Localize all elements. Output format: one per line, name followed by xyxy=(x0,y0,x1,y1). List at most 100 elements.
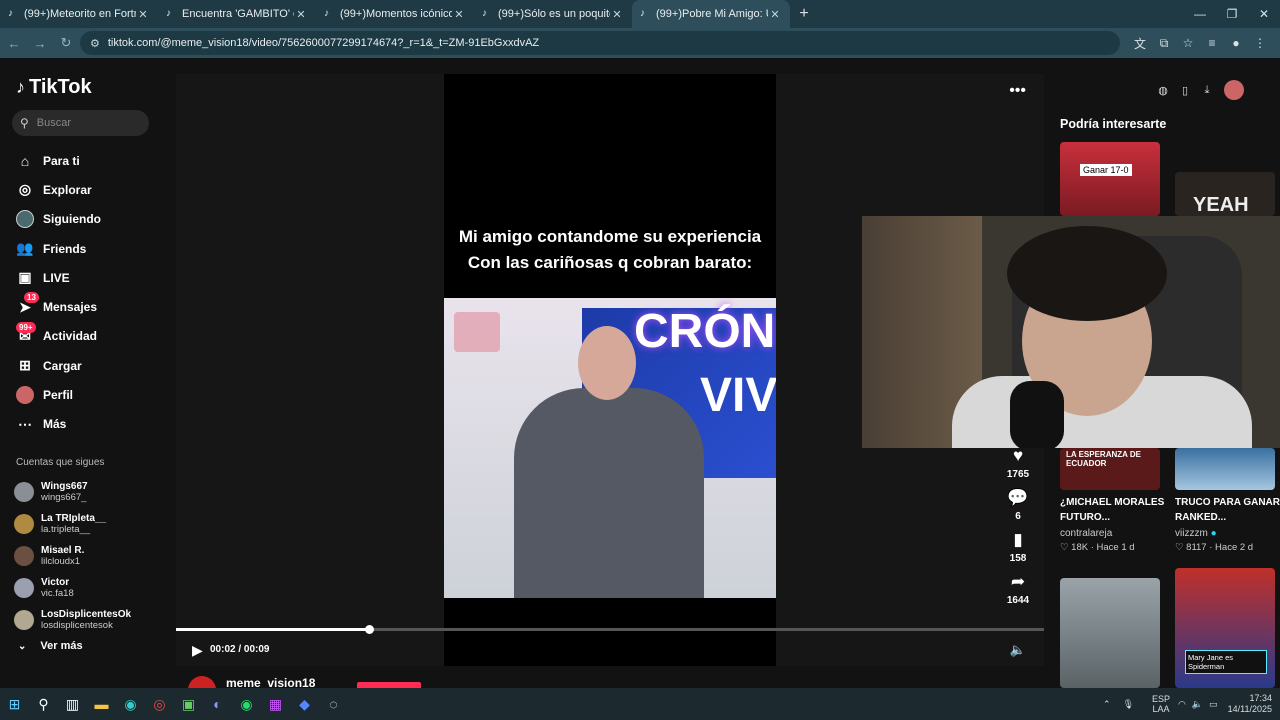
suggestion-thumbnail[interactable]: Mary Jane es Spiderman xyxy=(1175,568,1275,688)
tiktok-note-icon: ♪ xyxy=(16,77,25,97)
new-tab-button[interactable]: + xyxy=(790,5,818,23)
device-icon[interactable]: ▯ xyxy=(1174,84,1196,97)
bookmark-icon: ▮ xyxy=(1013,530,1023,549)
suggestion-thumbnail[interactable]: YEAH xyxy=(1175,172,1275,216)
nav-item-mensajes[interactable]: ➤ 13 Mensajes xyxy=(16,292,166,321)
nav-item-perfil[interactable]: Perfil xyxy=(16,380,166,409)
user-avatar[interactable] xyxy=(1224,80,1244,100)
nav-item-para-ti[interactable]: ⌂ Para ti xyxy=(16,146,166,175)
browser-tab[interactable]: ♪Encuentra 'GAMBITO' en TikTok✕ xyxy=(158,0,316,28)
avatar xyxy=(14,546,34,566)
suggestion-thumbnail[interactable] xyxy=(1060,578,1160,688)
comment-button[interactable]: 💬 6 xyxy=(998,488,1038,522)
close-tab-icon[interactable]: ✕ xyxy=(768,8,782,21)
close-tab-icon[interactable]: ✕ xyxy=(136,8,150,21)
suggestion-title[interactable]: TRUCO PARA GANAR RANKED... xyxy=(1175,495,1280,525)
nav-item-explorar[interactable]: ◎ Explorar xyxy=(16,175,166,204)
play-icon[interactable]: ▶ xyxy=(192,642,203,659)
obs-icon[interactable]: ◌ xyxy=(319,688,348,720)
minimize-icon[interactable]: — xyxy=(1184,0,1216,28)
restore-icon[interactable]: ❐ xyxy=(1216,0,1248,28)
following-account[interactable]: Wings667 wings667_ xyxy=(14,476,164,508)
webcam-overlay xyxy=(862,216,1280,448)
spotify-icon[interactable]: ◉ xyxy=(232,688,261,720)
following-account[interactable]: Victor vic.fa18 xyxy=(14,572,164,604)
progress-handle[interactable] xyxy=(364,625,374,634)
friends-icon: 👥 xyxy=(16,240,34,257)
clock[interactable]: 17:34 14/11/2025 xyxy=(1228,693,1272,715)
share-button[interactable]: ➦ 1644 xyxy=(998,572,1038,606)
install-app-icon[interactable]: ⧉ xyxy=(1152,36,1176,51)
windows-start-icon[interactable]: ⊞ xyxy=(0,688,29,720)
app-icon[interactable]: ◆ xyxy=(290,688,319,720)
suggestion-thumbnail[interactable]: LA ESPERANZA DE ECUADOR xyxy=(1060,448,1160,490)
following-account[interactable]: LosDisplicentesOk losdisplicentesok xyxy=(14,604,164,636)
activity-badge: 99+ xyxy=(16,321,36,333)
translate-icon[interactable]: 文 xyxy=(1128,35,1152,52)
close-tab-icon[interactable]: ✕ xyxy=(610,8,624,21)
following-account[interactable]: Misael R. lilcloudx1 xyxy=(14,540,164,572)
speaker-icon[interactable]: 🔈 xyxy=(1192,699,1203,710)
back-icon[interactable]: ← xyxy=(2,36,26,51)
edge-icon[interactable]: ◉ xyxy=(116,688,145,720)
nav-item-siguiendo[interactable]: Siguiendo xyxy=(16,205,166,234)
save-button[interactable]: ▮ 158 xyxy=(998,530,1038,564)
reload-icon[interactable]: ↻ xyxy=(54,35,78,51)
suggestion-meta: ♡ 18K · Hace 1 d xyxy=(1060,542,1135,553)
chrome-icon[interactable]: ◎ xyxy=(145,688,174,720)
task-view-icon[interactable]: ▥ xyxy=(58,688,87,720)
bookmark-star-icon[interactable]: ☆ xyxy=(1176,36,1200,50)
url-field[interactable]: ⚙ tiktok.com/@meme_vision18/video/756260… xyxy=(80,31,1120,55)
site-info-icon[interactable]: ⚙ xyxy=(90,37,100,50)
nav-item-cargar[interactable]: ⊞ Cargar xyxy=(16,351,166,380)
browser-tab[interactable]: ♪(99+)Momentos icónicos de Sa✕ xyxy=(316,0,474,28)
browser-tab-bar: ♪(99+)Meteorito en Fortnite: Co✕ ♪Encuen… xyxy=(0,0,1280,28)
search-icon[interactable]: ⚲ xyxy=(29,688,58,720)
reading-list-icon[interactable]: ≡ xyxy=(1200,36,1224,50)
xbox-icon[interactable]: ▣ xyxy=(174,688,203,720)
profile-icon[interactable]: ● xyxy=(1224,36,1248,50)
close-tab-icon[interactable]: ✕ xyxy=(452,8,466,21)
like-button[interactable]: ♥ 1765 xyxy=(998,446,1038,480)
file-explorer-icon[interactable]: ▬ xyxy=(87,688,116,720)
tiktok-logo[interactable]: ♪ TikTok xyxy=(16,76,92,99)
browser-tab-active[interactable]: ♪(99+)Pobre Mi Amigo: Un Mom✕ xyxy=(632,0,790,28)
chevron-up-icon[interactable]: ⌃ xyxy=(1103,699,1111,710)
suggestion-thumbnail[interactable]: Ganar 17-0 xyxy=(1060,142,1160,216)
battery-icon[interactable]: ▭ xyxy=(1209,699,1218,710)
compass-icon: ◎ xyxy=(18,181,32,198)
nav-item-actividad[interactable]: ✉ 99+ Actividad xyxy=(16,321,166,351)
volume-icon[interactable]: 🔈 xyxy=(1010,642,1026,658)
video-progress-bar[interactable] xyxy=(176,625,1044,634)
close-window-icon[interactable]: ✕ xyxy=(1248,0,1280,28)
language-indicator[interactable]: ESP LAA xyxy=(1152,694,1170,714)
suggestion-thumbnail[interactable] xyxy=(1175,448,1275,490)
browser-tab[interactable]: ♪(99+)Sólo es un poquito: Mom✕ xyxy=(474,0,632,28)
discord-icon[interactable]: ◐ xyxy=(203,688,232,720)
video-frame[interactable]: Mi amigo contandome su experiencia Con l… xyxy=(444,74,776,666)
suggestion-title[interactable]: ¿MICHAEL MORALES FUTURO... xyxy=(1060,495,1170,525)
upload-icon: ⊞ xyxy=(19,357,31,374)
tiktok-favicon-icon: ♪ xyxy=(8,8,13,19)
see-more-button[interactable]: ⌄ Ver más xyxy=(18,640,83,652)
nav-item-live[interactable]: ▣ LIVE xyxy=(16,263,166,292)
more-options-icon[interactable]: ••• xyxy=(1009,82,1026,100)
coins-icon[interactable]: ◍ xyxy=(1152,84,1174,97)
following-account[interactable]: La TRIpleta__ la.tripleta__ xyxy=(14,508,164,540)
nav-item-friends[interactable]: 👥 Friends xyxy=(16,234,166,263)
heart-icon: ♥ xyxy=(1012,446,1024,465)
suggestion-author[interactable]: contralareja xyxy=(1060,528,1112,539)
search-input[interactable]: ⚲ Buscar xyxy=(12,110,149,136)
wifi-icon[interactable]: ◠ xyxy=(1178,699,1186,710)
microphone-icon[interactable]: 🎙 xyxy=(1123,699,1134,710)
video-actions: ♥ 1765 💬 6 ▮ 158 ➦ 1644 xyxy=(998,446,1038,614)
nav-item-mas[interactable]: ⋯ Más xyxy=(16,410,166,439)
browser-tab[interactable]: ♪(99+)Meteorito en Fortnite: Co✕ xyxy=(0,0,158,28)
close-tab-icon[interactable]: ✕ xyxy=(294,8,308,21)
forward-icon[interactable]: → xyxy=(28,36,52,51)
tiktok-favicon-icon: ♪ xyxy=(166,8,171,19)
browser-menu-icon[interactable]: ⋮ xyxy=(1248,36,1272,50)
app-icon[interactable]: ▦ xyxy=(261,688,290,720)
download-icon[interactable]: ⤓ xyxy=(1196,84,1218,97)
suggestion-author[interactable]: viizzzm ● xyxy=(1175,528,1217,539)
